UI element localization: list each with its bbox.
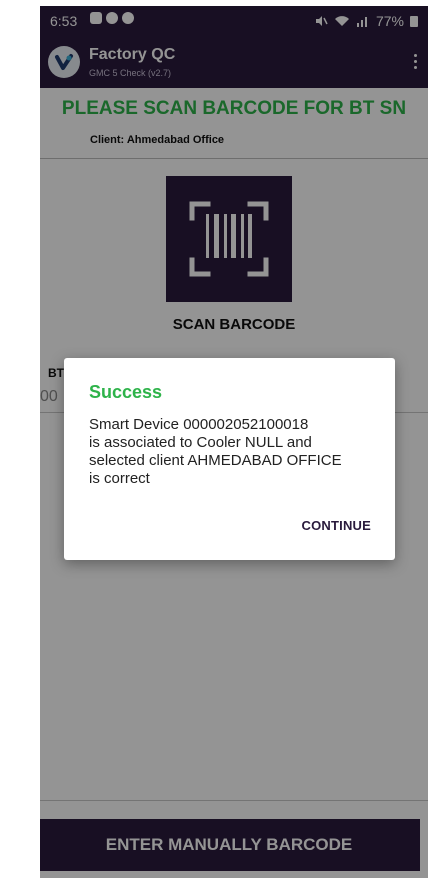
phone-screen: 6:53 77% Factory QC GMC 5 Check (v2.7) P… [40,6,428,878]
dialog-title: Success [89,382,163,402]
continue-button[interactable]: CONTINUE [302,518,372,533]
dialog-message: Smart Device 000002052100018 is associat… [89,416,342,487]
success-dialog: Success Smart Device 000002052100018 is … [64,358,395,560]
